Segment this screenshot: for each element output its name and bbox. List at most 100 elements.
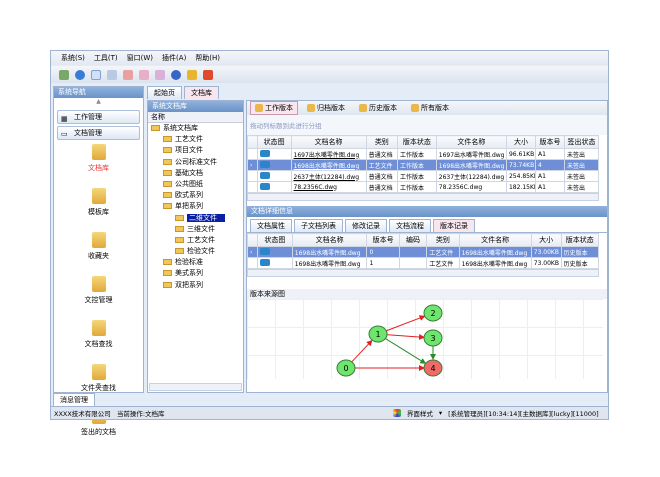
power-icon[interactable]	[203, 69, 213, 80]
tree-node[interactable]: 美式系列	[151, 268, 243, 279]
tree-node[interactable]: 公司标准文件	[151, 157, 243, 168]
nav-item[interactable]: 模板库	[54, 188, 143, 228]
tree-node-label: 项目文件	[175, 146, 203, 155]
folder-icon	[163, 147, 172, 154]
nav-item-label: 签出的文档	[81, 428, 116, 436]
doc-grid-hscroll[interactable]	[247, 193, 599, 201]
detail-tab[interactable]: 文档流程	[389, 219, 431, 232]
table-row[interactable]: 2637主体(12284).dwg 普通文档 工作版本 2637主体(12284).d…	[247, 170, 599, 182]
column-header[interactable]: 大小	[505, 135, 537, 149]
menu-item[interactable]: 帮助(H)	[195, 53, 220, 63]
tree-node[interactable]: 公共图纸	[151, 179, 243, 190]
detail-tab[interactable]: 子文档列表	[294, 219, 343, 232]
scroll-up-button[interactable]: ▲	[54, 98, 143, 108]
nav-item[interactable]: 文档库	[54, 144, 143, 184]
table-cell: A1	[534, 170, 566, 182]
menu-bar: 系统(S) 工具(T) 窗口(W) 插件(A) 帮助(H)	[51, 51, 608, 65]
detail-tab[interactable]: 文档属性	[250, 219, 292, 232]
folder-doc-icon	[91, 364, 106, 380]
table-row[interactable]: 1698出水嘴零件图.dwg 1 工艺文件 1698出水嘴零件图.dwg 73.00KB…	[247, 257, 600, 269]
column-header[interactable]: 版本号	[534, 135, 566, 149]
menu-item[interactable]: 工具(T)	[94, 53, 118, 63]
current-operation: 当前操作:文档库	[116, 410, 165, 418]
layout-icon[interactable]	[107, 69, 117, 80]
new-icon[interactable]	[59, 69, 69, 80]
version-filter-button[interactable]: 所有版本	[406, 101, 454, 115]
tree-node[interactable]: 欧式系列	[151, 190, 243, 201]
folder-icon	[163, 270, 172, 277]
grid-header: 状态图 文档名称 版本号 编码 类别 文件名称 大小 版本状态	[247, 233, 600, 247]
graph-node-label: 3	[430, 334, 435, 343]
detail-tab[interactable]: 版本记录	[433, 219, 475, 232]
grid-header: 状态图 文档名称 类别 版本状态 文件名称 大小 版本号 签出状态	[247, 135, 599, 149]
column-header[interactable]: 类别	[365, 135, 399, 149]
column-header[interactable]: 文档名称	[290, 135, 367, 149]
tree-node[interactable]: 系统文档库	[151, 123, 243, 134]
column-header[interactable]: 签出状态	[564, 135, 599, 149]
tree-hscroll[interactable]	[149, 383, 242, 391]
doc-red-icon[interactable]	[123, 69, 133, 80]
tree-node[interactable]: 基础文档	[151, 168, 243, 179]
nav-group-docs[interactable]: ▭ 文档管理	[57, 126, 140, 140]
version-filter-button[interactable]: 归档版本	[302, 101, 350, 115]
style-dropdown[interactable]: 界面样式	[407, 408, 433, 418]
palette-icon	[392, 409, 401, 417]
column-header[interactable]: 版本状态	[397, 135, 437, 149]
table-cell: 未签出	[564, 170, 599, 182]
tree-node[interactable]: 检验文件	[151, 246, 243, 257]
version-filter-button[interactable]: 历史版本	[354, 101, 402, 115]
tree-node[interactable]: 双把系列	[151, 280, 243, 291]
tab-doc-library[interactable]: 文档库	[184, 86, 219, 99]
version-grid-hscroll[interactable]	[247, 269, 599, 277]
table-cell: 1698出水嘴零件图.dwg	[458, 246, 532, 258]
table-cell: 254.85KB	[505, 170, 537, 182]
globe-icon[interactable]	[75, 69, 85, 80]
nav-group-work[interactable]: ▦ 工作管理	[57, 110, 140, 124]
version-filter-button[interactable]: 工作版本	[250, 101, 298, 115]
tree-node[interactable]: 单把系列	[151, 201, 243, 212]
column-header[interactable]: 编码	[398, 233, 428, 247]
column-header[interactable]: 文档名称	[291, 233, 368, 247]
table-row[interactable]: 1697出水嘴零件图.dwg 普通文档 工作版本 1697出水嘴零件图.dwg 96.6…	[247, 148, 599, 160]
column-header[interactable]: 类别	[426, 233, 460, 247]
version-icon	[359, 104, 367, 112]
column-header[interactable]: 状态图	[256, 233, 293, 247]
menu-item[interactable]: 插件(A)	[162, 53, 186, 63]
nav-item[interactable]: 文控管理	[54, 276, 143, 316]
graph-edge	[384, 337, 427, 364]
nav-item[interactable]: 收藏夹	[54, 232, 143, 272]
column-header[interactable]: 文件名称	[435, 135, 507, 149]
tree-node[interactable]: 工艺文件	[151, 235, 243, 246]
lock-icon[interactable]	[187, 69, 197, 80]
tree-node[interactable]: 项目文件	[151, 145, 243, 156]
doc-check-icon[interactable]	[155, 69, 165, 80]
table-row[interactable]: 78.2356C.dwg 普通文档 工作版本 78.2356C.dwg 182.15KB…	[247, 181, 599, 193]
column-header[interactable]: 文件名称	[458, 233, 532, 247]
tree-node[interactable]: 二维文件	[151, 213, 243, 224]
scroll-down-button[interactable]: ▼	[54, 382, 143, 392]
tree-node[interactable]: 检验标准	[151, 257, 243, 268]
table-row[interactable]: › 1698出水嘴零件图.dwg 工艺文件 工作版本 1698出水嘴零件图.dwg 73.…	[247, 159, 599, 171]
detail-tab[interactable]: 修改记录	[345, 219, 387, 232]
menu-item[interactable]: 系统(S)	[61, 53, 85, 63]
tree-node[interactable]: 工艺文件	[151, 134, 243, 145]
column-header[interactable]: 状态图	[256, 135, 292, 149]
column-header[interactable]: 版本号	[366, 233, 400, 247]
doc-edit-icon[interactable]	[139, 69, 149, 80]
tree-node-label: 基础文档	[175, 168, 203, 177]
tab-start[interactable]: 起始页	[147, 86, 182, 99]
menu-item[interactable]: 窗口(W)	[127, 53, 153, 63]
tab-messages[interactable]: 消息管理	[53, 393, 95, 406]
column-header[interactable]: 大小	[530, 233, 562, 247]
folder-icon	[163, 136, 172, 143]
table-row[interactable]: › 1698出水嘴零件图.dwg 0 工艺文件 1698出水嘴零件图.dwg 73.00K…	[247, 246, 600, 258]
graph-node-label: 4	[430, 364, 435, 373]
column-header[interactable]: 版本状态	[560, 233, 600, 247]
nav-item[interactable]: 文档查找	[54, 320, 143, 360]
table-cell: 工艺文件	[426, 257, 460, 269]
window-icon[interactable]	[91, 69, 101, 80]
help-icon[interactable]	[171, 69, 181, 80]
tree-node[interactable]: 三维文件	[151, 224, 243, 235]
nav-item-label: 模板库	[88, 208, 109, 216]
app-window: 系统(S) 工具(T) 窗口(W) 插件(A) 帮助(H) 系统导航 ▲ ▦ 工作管理 ▭…	[50, 50, 609, 436]
